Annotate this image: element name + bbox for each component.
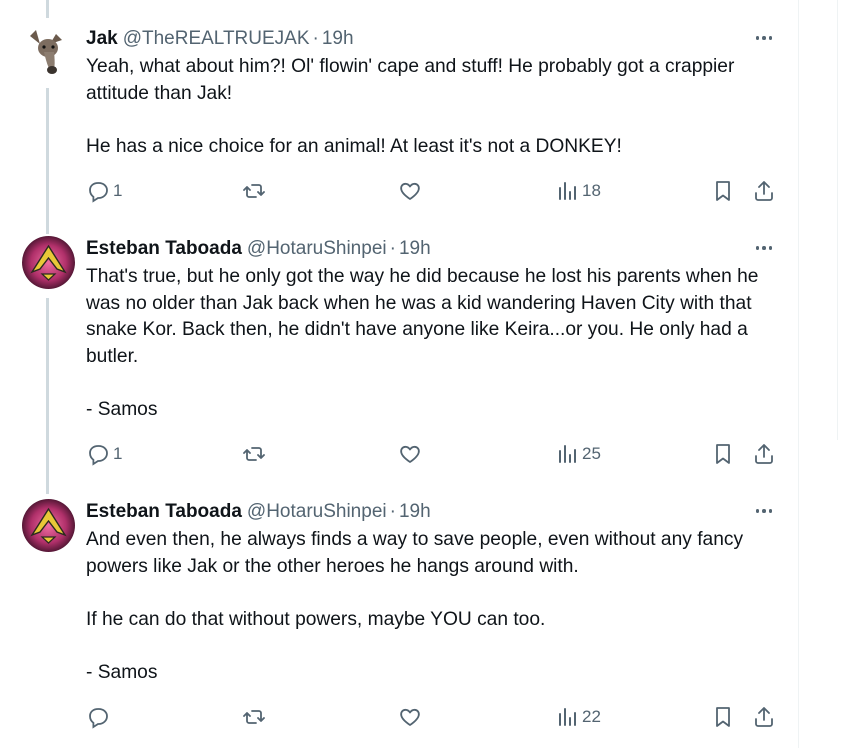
tweet-paragraph: Yeah, what about him?! Ol' flowin' cape … xyxy=(86,56,740,104)
like-button[interactable] xyxy=(398,177,425,205)
emblem-avatar-icon xyxy=(22,236,75,289)
reply-icon xyxy=(89,708,108,729)
more-dot xyxy=(768,36,773,40)
like-button[interactable] xyxy=(398,440,425,468)
separator-dot: · xyxy=(389,238,396,259)
tweet-text: And even then, he always finds a way to … xyxy=(86,527,786,686)
views-chart-icon xyxy=(559,708,576,726)
separator-dot: · xyxy=(312,28,319,49)
tweet-text: That's true, but he only got the way he … xyxy=(86,264,786,423)
bookmark-icon xyxy=(716,181,730,201)
reply-count: 1 xyxy=(113,181,123,200)
bookmark-button[interactable] xyxy=(711,179,735,208)
reply-icon xyxy=(89,445,108,466)
bookmark-button[interactable] xyxy=(711,705,735,734)
tweet-header: Jak @TheREALTRUEJAK · 19h xyxy=(86,26,778,52)
tweet[interactable]: Esteban Taboada @HotaruShinpei · 19h And… xyxy=(0,499,798,747)
more-options-button[interactable] xyxy=(752,501,776,521)
avatar[interactable] xyxy=(22,236,75,289)
share-icon xyxy=(755,707,773,727)
more-dot xyxy=(762,36,766,40)
tweet-paragraph: That's true, but he only got the way he … xyxy=(86,266,764,367)
share-icon xyxy=(755,181,773,201)
retweet-icon xyxy=(243,184,265,198)
donkey-avatar-icon xyxy=(22,26,75,79)
retweet-button[interactable] xyxy=(242,440,269,468)
heart-icon xyxy=(400,445,420,463)
user-handle[interactable]: @TheREALTRUEJAK xyxy=(123,28,310,50)
more-dot xyxy=(762,246,766,250)
tweet-paragraph: If he can do that without powers, maybe … xyxy=(86,608,546,630)
views-chart-icon xyxy=(559,445,576,463)
tweet-paragraph: - Samos xyxy=(86,661,158,683)
sidebar-edge xyxy=(799,0,842,748)
retweet-icon xyxy=(243,710,265,724)
thread-line xyxy=(46,0,49,18)
views-count: 25 xyxy=(582,444,601,463)
tweet-paragraph: - Samos xyxy=(86,398,158,420)
action-bar: 1 25 xyxy=(86,440,786,468)
divider xyxy=(837,0,838,440)
timestamp[interactable]: 19h xyxy=(399,501,431,523)
tweet-paragraph: He has a nice choice for an animal! At l… xyxy=(86,135,622,157)
reply-count: 1 xyxy=(113,444,123,463)
tweet[interactable]: Esteban Taboada @HotaruShinpei · 19h Tha… xyxy=(0,236,798,494)
bookmark-icon xyxy=(716,444,730,464)
retweet-button[interactable] xyxy=(242,177,269,205)
like-button[interactable] xyxy=(398,703,425,731)
more-dot xyxy=(768,246,773,250)
tweet-paragraph: And even then, he always finds a way to … xyxy=(86,529,749,577)
tweet[interactable]: Jak @TheREALTRUEJAK · 19h Yeah, what abo… xyxy=(0,26,798,234)
more-dot xyxy=(755,509,760,513)
conversation-feed: Jak @TheREALTRUEJAK · 19h Yeah, what abo… xyxy=(0,0,799,748)
user-handle[interactable]: @HotaruShinpei xyxy=(247,501,387,523)
more-dot xyxy=(768,509,773,513)
display-name[interactable]: Esteban Taboada xyxy=(86,501,242,523)
bookmark-icon xyxy=(716,707,730,727)
action-bar: 1 18 xyxy=(86,177,786,205)
more-dot xyxy=(755,36,760,40)
bookmark-button[interactable] xyxy=(711,442,735,471)
more-dot xyxy=(762,509,766,513)
emblem-avatar-icon xyxy=(22,499,75,552)
user-handle[interactable]: @HotaruShinpei xyxy=(247,238,387,260)
thread-line xyxy=(46,88,49,234)
tweet-text: Yeah, what about him?! Ol' flowin' cape … xyxy=(86,54,786,160)
more-options-button[interactable] xyxy=(752,28,776,48)
display-name[interactable]: Jak xyxy=(86,28,118,50)
avatar[interactable] xyxy=(22,26,75,79)
views-button[interactable]: 18 xyxy=(555,177,601,205)
reply-icon xyxy=(89,182,108,203)
retweet-button[interactable] xyxy=(242,703,269,731)
share-icon xyxy=(755,444,773,464)
views-count: 22 xyxy=(582,707,601,726)
tweet-header: Esteban Taboada @HotaruShinpei · 19h xyxy=(86,236,778,262)
share-button[interactable] xyxy=(752,705,776,734)
reply-button[interactable]: 1 xyxy=(86,177,122,205)
thread-line xyxy=(46,298,49,494)
separator-dot: · xyxy=(389,501,396,522)
reply-button[interactable] xyxy=(86,703,113,731)
heart-icon xyxy=(400,708,420,726)
retweet-icon xyxy=(243,447,265,461)
reply-button[interactable]: 1 xyxy=(86,440,122,468)
display-name[interactable]: Esteban Taboada xyxy=(86,238,242,260)
heart-icon xyxy=(400,182,420,200)
more-dot xyxy=(755,246,760,250)
share-button[interactable] xyxy=(752,179,776,208)
views-button[interactable]: 25 xyxy=(555,440,601,468)
tweet-header: Esteban Taboada @HotaruShinpei · 19h xyxy=(86,499,778,525)
views-count: 18 xyxy=(582,181,601,200)
share-button[interactable] xyxy=(752,442,776,471)
avatar[interactable] xyxy=(22,499,75,552)
action-bar: 22 xyxy=(86,703,786,731)
more-options-button[interactable] xyxy=(752,238,776,258)
views-chart-icon xyxy=(559,182,576,200)
timestamp[interactable]: 19h xyxy=(322,28,354,50)
timestamp[interactable]: 19h xyxy=(399,238,431,260)
views-button[interactable]: 22 xyxy=(555,703,601,731)
